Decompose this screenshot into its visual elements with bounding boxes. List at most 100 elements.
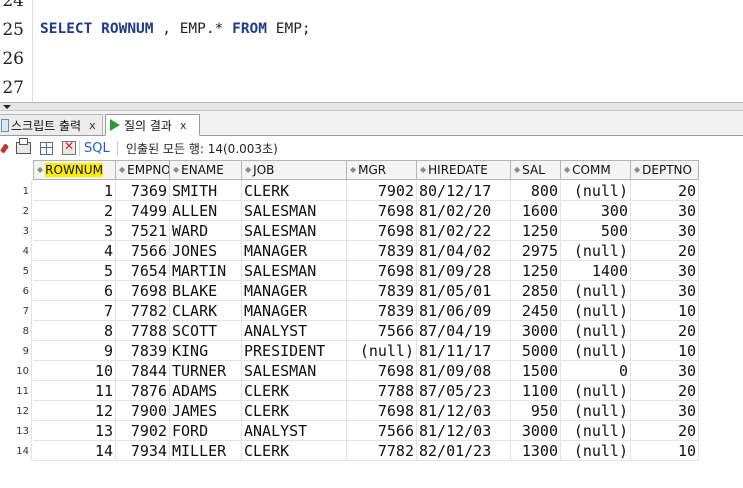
cell-hiredate[interactable]: 87/04/19: [417, 321, 511, 341]
cell-comm[interactable]: (null): [561, 421, 631, 441]
cell-empno[interactable]: 7369: [116, 181, 170, 201]
cell-job[interactable]: SALESMAN: [242, 201, 347, 221]
cell-comm[interactable]: 300: [561, 201, 631, 221]
table-row[interactable]: 6 6 7698 BLAKE MANAGER 7839 81/05/01 2850 (null)…: [0, 281, 700, 301]
pin-button[interactable]: [0, 140, 10, 156]
tab-script-output[interactable]: 스크립트 출력 x: [0, 114, 103, 135]
cell-sal[interactable]: 1600: [511, 201, 561, 221]
cell-mgr[interactable]: (null): [347, 341, 417, 361]
cell-mgr[interactable]: 7788: [347, 381, 417, 401]
cell-rownum[interactable]: 11: [33, 381, 116, 401]
cell-rownum[interactable]: 6: [33, 281, 116, 301]
cell-ename[interactable]: MARTIN: [170, 261, 242, 281]
close-icon[interactable]: x: [180, 119, 187, 132]
cell-hiredate[interactable]: 81/12/03: [417, 421, 511, 441]
cell-ename[interactable]: WARD: [170, 221, 242, 241]
cell-ename[interactable]: SCOTT: [170, 321, 242, 341]
cell-empno[interactable]: 7839: [116, 341, 170, 361]
cell-job[interactable]: CLERK: [242, 441, 347, 461]
cell-rownum[interactable]: 10: [33, 361, 116, 381]
cell-comm[interactable]: (null): [561, 181, 631, 201]
close-icon[interactable]: x: [89, 119, 96, 132]
column-header-sal[interactable]: ◆ SAL: [511, 160, 561, 180]
cell-deptno[interactable]: 20: [631, 181, 699, 201]
cell-deptno[interactable]: 20: [631, 421, 699, 441]
cell-comm[interactable]: (null): [561, 381, 631, 401]
cell-comm[interactable]: (null): [561, 241, 631, 261]
cell-ename[interactable]: TURNER: [170, 361, 242, 381]
cell-rownum[interactable]: 1: [33, 181, 116, 201]
table-row[interactable]: 4 4 7566 JONES MANAGER 7839 81/04/02 2975 (null)…: [0, 241, 700, 261]
cell-empno[interactable]: 7499: [116, 201, 170, 221]
sql-editor[interactable]: 24 25 26 27 SELECT ROWNUM , EMP.* FROM E…: [0, 0, 743, 102]
cell-empno[interactable]: 7782: [116, 301, 170, 321]
cell-ename[interactable]: FORD: [170, 421, 242, 441]
cell-ename[interactable]: BLAKE: [170, 281, 242, 301]
cell-job[interactable]: MANAGER: [242, 241, 347, 261]
cell-ename[interactable]: JAMES: [170, 401, 242, 421]
cell-rownum[interactable]: 8: [33, 321, 116, 341]
table-row[interactable]: 10 10 7844 TURNER SALESMAN 7698 81/09/08 1500 0 3…: [0, 361, 700, 381]
cell-comm[interactable]: (null): [561, 341, 631, 361]
cell-ename[interactable]: ALLEN: [170, 201, 242, 221]
cell-hiredate[interactable]: 87/05/23: [417, 381, 511, 401]
cell-sal[interactable]: 3000: [511, 321, 561, 341]
cell-deptno[interactable]: 30: [631, 221, 699, 241]
cell-mgr[interactable]: 7839: [347, 281, 417, 301]
cell-rownum[interactable]: 9: [33, 341, 116, 361]
sql-code-line[interactable]: SELECT ROWNUM , EMP.* FROM EMP;: [40, 21, 311, 37]
cell-empno[interactable]: 7566: [116, 241, 170, 261]
cell-hiredate[interactable]: 82/01/23: [417, 441, 511, 461]
table-row[interactable]: 12 12 7900 JAMES CLERK 7698 81/12/03 950 (null) 3…: [0, 401, 700, 421]
cell-sal[interactable]: 1250: [511, 261, 561, 281]
column-header-empno[interactable]: ◆ EMPNO: [116, 160, 170, 180]
cell-deptno[interactable]: 20: [631, 381, 699, 401]
cell-ename[interactable]: SMITH: [170, 181, 242, 201]
cell-sal[interactable]: 1500: [511, 361, 561, 381]
cell-hiredate[interactable]: 81/02/20: [417, 201, 511, 221]
cell-job[interactable]: ANALYST: [242, 321, 347, 341]
cell-rownum[interactable]: 3: [33, 221, 116, 241]
cell-ename[interactable]: CLARK: [170, 301, 242, 321]
cell-deptno[interactable]: 30: [631, 281, 699, 301]
cell-comm[interactable]: 500: [561, 221, 631, 241]
cell-deptno[interactable]: 30: [631, 361, 699, 381]
cell-sal[interactable]: 5000: [511, 341, 561, 361]
cell-job[interactable]: MANAGER: [242, 301, 347, 321]
cell-hiredate[interactable]: 81/12/03: [417, 401, 511, 421]
cell-comm[interactable]: 1400: [561, 261, 631, 281]
cell-hiredate[interactable]: 81/04/02: [417, 241, 511, 261]
cell-empno[interactable]: 7521: [116, 221, 170, 241]
cell-mgr[interactable]: 7566: [347, 321, 417, 341]
result-grid[interactable]: ◆ ROWNUM ◆ EMPNO ◆ ENAME ◆ JOB ◆ MGR ◆ HIREDATE ◆ SAL…: [0, 160, 743, 488]
cell-empno[interactable]: 7934: [116, 441, 170, 461]
cell-rownum[interactable]: 14: [33, 441, 116, 461]
cell-rownum[interactable]: 5: [33, 261, 116, 281]
cell-deptno[interactable]: 20: [631, 241, 699, 261]
table-row[interactable]: 14 14 7934 MILLER CLERK 7782 82/01/23 1300 (null…: [0, 441, 700, 461]
cell-empno[interactable]: 7788: [116, 321, 170, 341]
cell-comm[interactable]: (null): [561, 401, 631, 421]
cell-sal[interactable]: 2450: [511, 301, 561, 321]
cell-mgr[interactable]: 7839: [347, 241, 417, 261]
cell-job[interactable]: SALESMAN: [242, 361, 347, 381]
cell-sal[interactable]: 1100: [511, 381, 561, 401]
cell-deptno[interactable]: 30: [631, 401, 699, 421]
cell-sal[interactable]: 2975: [511, 241, 561, 261]
cell-sal[interactable]: 1300: [511, 441, 561, 461]
cell-job[interactable]: MANAGER: [242, 281, 347, 301]
cell-deptno[interactable]: 10: [631, 341, 699, 361]
cell-mgr[interactable]: 7698: [347, 361, 417, 381]
column-header-deptno[interactable]: ◆ DEPTNO: [631, 160, 699, 180]
cell-comm[interactable]: (null): [561, 441, 631, 461]
cell-rownum[interactable]: 13: [33, 421, 116, 441]
cell-hiredate[interactable]: 81/09/28: [417, 261, 511, 281]
cell-hiredate[interactable]: 80/12/17: [417, 181, 511, 201]
cell-job[interactable]: CLERK: [242, 181, 347, 201]
column-header-comm[interactable]: ◆ COMM: [561, 160, 631, 180]
cell-rownum[interactable]: 2: [33, 201, 116, 221]
table-row[interactable]: 9 9 7839 KING PRESIDENT (null) 81/11/17 5000 (nu…: [0, 341, 700, 361]
cell-sal[interactable]: 800: [511, 181, 561, 201]
cell-ename[interactable]: MILLER: [170, 441, 242, 461]
clear-button[interactable]: [62, 139, 76, 156]
